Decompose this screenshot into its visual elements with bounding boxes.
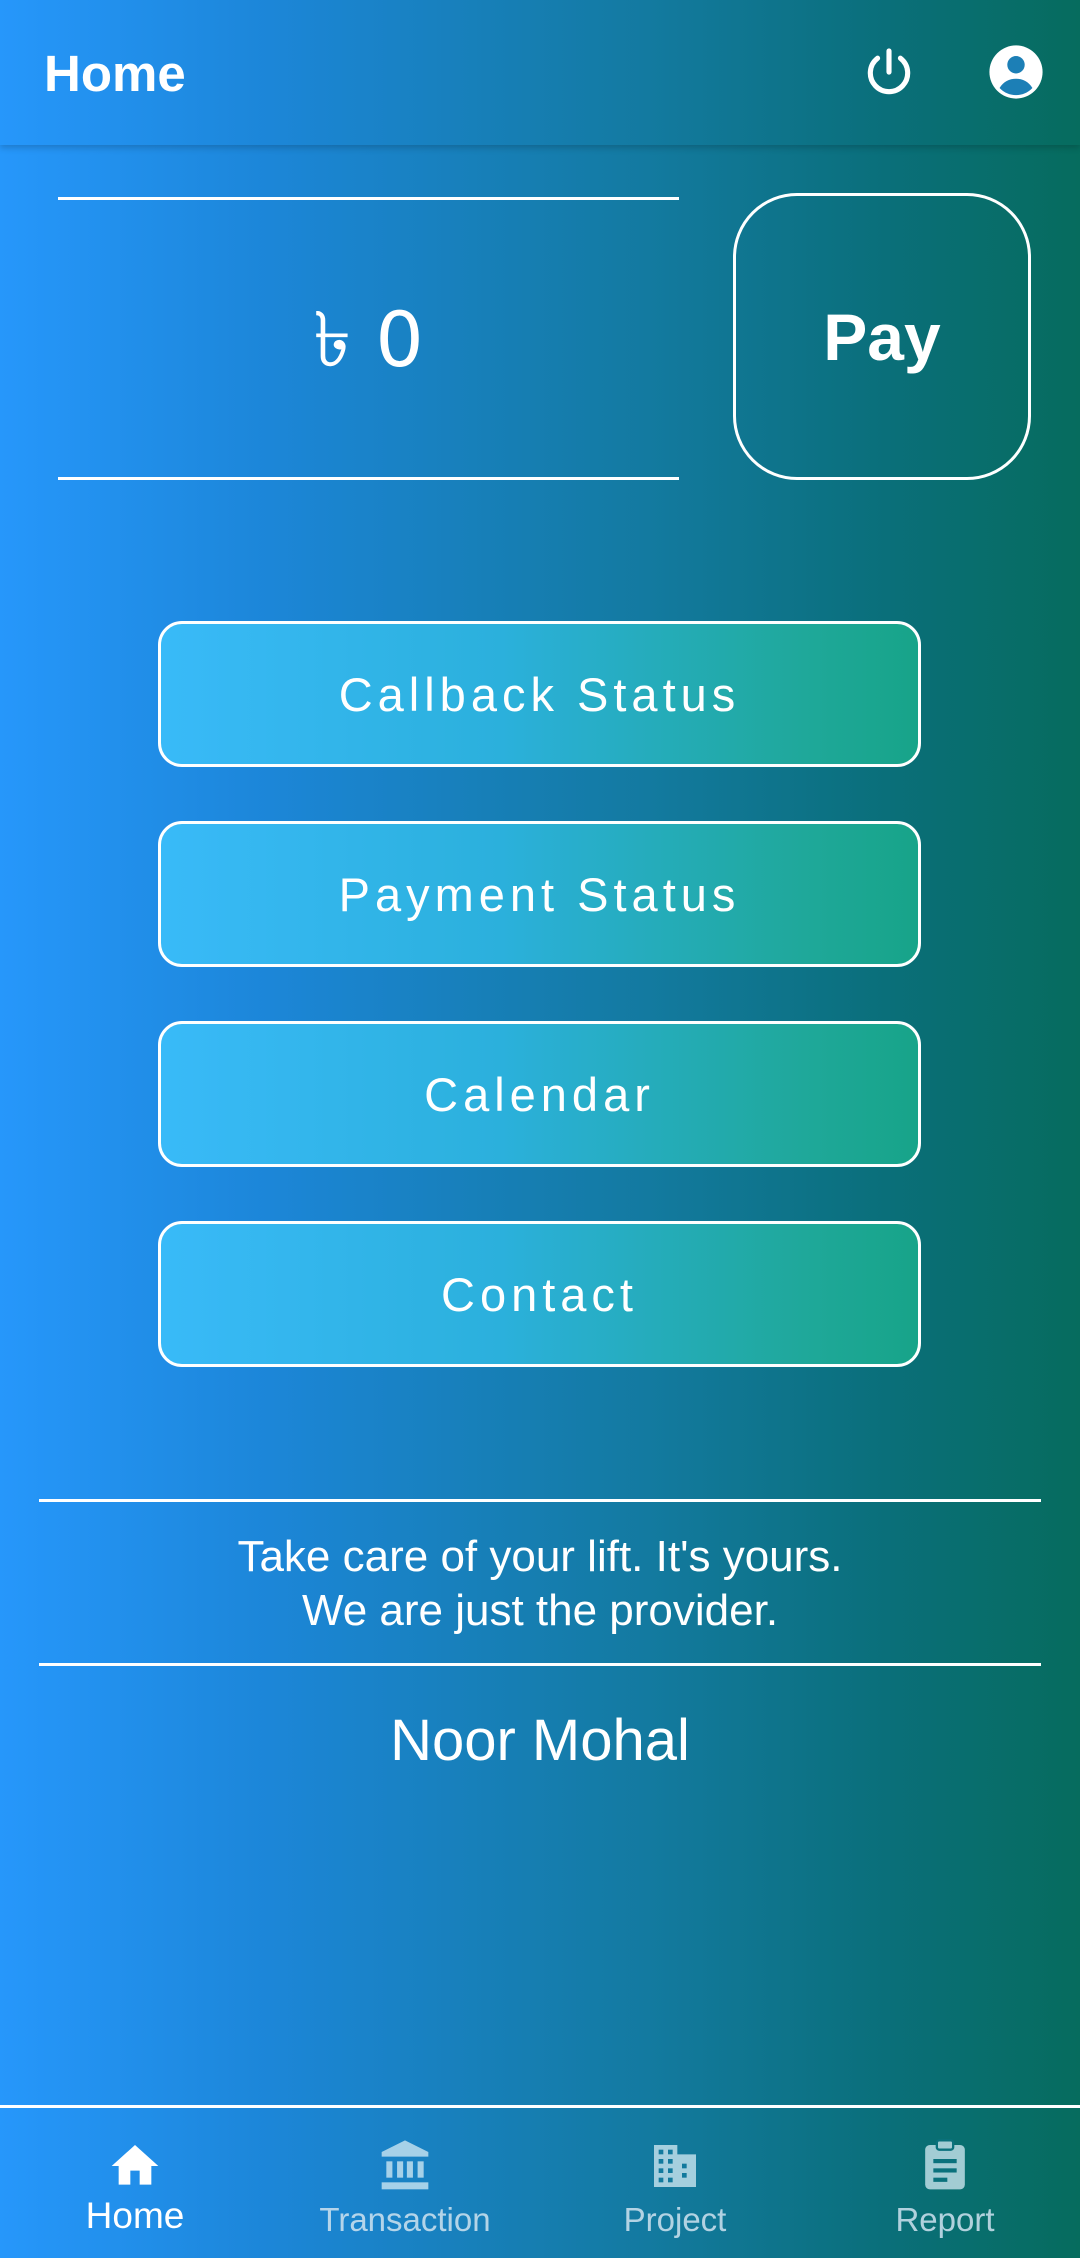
clipboard-icon	[915, 2136, 975, 2196]
balance-amount: ৳ 0	[313, 295, 424, 384]
quote-bottom-divider	[39, 1663, 1041, 1666]
contact-button[interactable]: Contact	[158, 1221, 921, 1367]
calendar-button[interactable]: Calendar	[158, 1021, 921, 1167]
nav-item-transaction[interactable]: Transaction	[270, 2108, 540, 2258]
callback-status-button[interactable]: Callback Status	[158, 621, 921, 767]
bottom-navigation: Home Transaction Project Report	[0, 2105, 1080, 2258]
nav-label-home: Home	[85, 2195, 185, 2236]
quote-line-2: We are just the provider.	[301, 1586, 779, 1635]
nav-item-home[interactable]: Home	[0, 2108, 270, 2258]
nav-label-report: Report	[895, 2201, 995, 2238]
building-icon	[645, 2136, 705, 2196]
amount-top-divider	[58, 197, 679, 200]
nav-item-report[interactable]: Report	[810, 2108, 1080, 2258]
quote-line-1: Take care of your lift. It's yours.	[237, 1532, 843, 1581]
pay-button[interactable]: Pay	[733, 193, 1031, 480]
quote-top-divider	[39, 1499, 1041, 1502]
power-icon[interactable]	[857, 40, 921, 104]
company-name: Noor Mohal	[390, 1708, 690, 1773]
nav-item-project[interactable]: Project	[540, 2108, 810, 2258]
nav-label-transaction: Transaction	[319, 2201, 491, 2238]
bank-icon	[375, 2136, 435, 2196]
nav-label-project: Project	[623, 2201, 727, 2238]
account-circle-icon[interactable]	[984, 40, 1048, 104]
home-icon	[105, 2136, 165, 2196]
payment-status-button[interactable]: Payment Status	[158, 821, 921, 967]
app-bar: Home	[0, 0, 1080, 145]
amount-bottom-divider	[58, 477, 679, 480]
page-title: Home	[44, 45, 186, 102]
